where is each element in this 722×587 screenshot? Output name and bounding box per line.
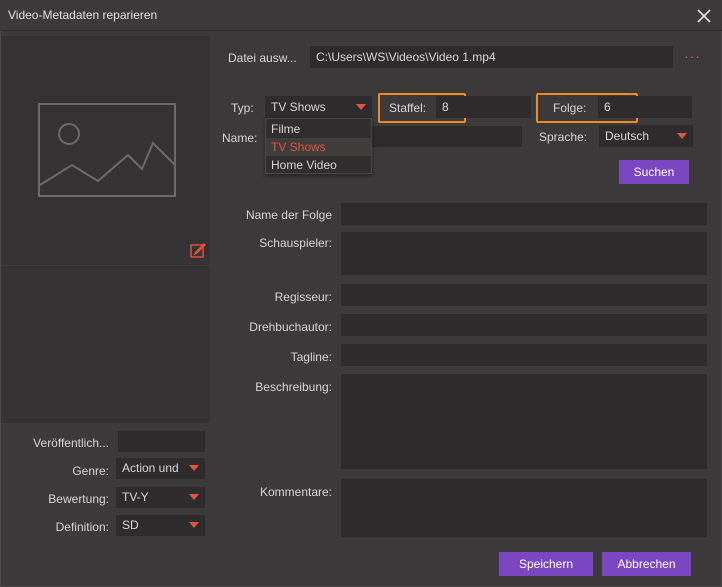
metadata-panel: [1, 266, 210, 423]
sprache-label: Sprache:: [539, 130, 588, 144]
description-label: Beschreibung:: [255, 380, 332, 394]
director-input[interactable]: [341, 284, 707, 306]
director-label: Regisseur:: [274, 290, 332, 304]
close-icon[interactable]: [694, 6, 714, 26]
writer-input[interactable]: [341, 314, 707, 336]
definition-label: Definition:: [55, 520, 109, 534]
typ-dropdown[interactable]: TV Shows: [265, 96, 372, 118]
rating-dropdown[interactable]: TV-Y: [116, 487, 205, 508]
file-path-field[interactable]: C:\Users\WS\Videos\Video 1.mp4: [310, 46, 673, 68]
image-placeholder-icon: [38, 103, 176, 197]
typ-option-home-video[interactable]: Home Video: [266, 156, 371, 174]
genre-dropdown[interactable]: Action und: [116, 458, 205, 479]
chevron-down-icon: [189, 522, 199, 528]
definition-dropdown[interactable]: SD: [116, 515, 205, 536]
cancel-button[interactable]: Abbrechen: [602, 552, 691, 576]
comments-textarea[interactable]: [341, 479, 707, 537]
search-button[interactable]: Suchen: [619, 160, 689, 184]
episode-name-input[interactable]: [341, 203, 707, 225]
definition-value: SD: [122, 518, 139, 532]
browse-file-button[interactable]: ···: [684, 48, 701, 64]
typ-dropdown-menu: Filme TV Shows Home Video: [265, 118, 372, 174]
folge-input[interactable]: 6: [598, 96, 692, 118]
tagline-label: Tagline:: [290, 350, 332, 364]
chevron-down-icon: [356, 104, 366, 110]
chevron-down-icon: [189, 465, 199, 471]
episode-name-label: Name der Folge: [245, 208, 332, 222]
typ-option-tv-shows[interactable]: TV Shows: [266, 138, 371, 156]
typ-option-filme[interactable]: Filme: [266, 120, 371, 138]
file-label: Datei ausw...: [228, 51, 297, 65]
writer-label: Drehbuchautor:: [249, 320, 332, 334]
actors-label: Schauspieler:: [259, 236, 332, 250]
genre-label: Genre:: [72, 464, 109, 478]
staffel-input[interactable]: 8: [436, 96, 531, 118]
staffel-label: Staffel:: [389, 101, 427, 115]
save-button[interactable]: Speichern: [499, 552, 593, 576]
typ-label: Typ:: [231, 101, 254, 115]
name-label: Name:: [222, 131, 258, 145]
release-input[interactable]: [118, 431, 205, 452]
chevron-down-icon: [677, 133, 687, 139]
release-label: Veröffentlich...: [33, 436, 109, 450]
sprache-dropdown[interactable]: Deutsch: [599, 125, 693, 147]
window-title: Video-Metadaten reparieren: [8, 8, 158, 22]
tagline-input[interactable]: [341, 344, 707, 366]
description-textarea[interactable]: [341, 374, 707, 469]
sprache-value: Deutsch: [605, 129, 650, 143]
name-input[interactable]: [372, 126, 522, 147]
folge-label: Folge:: [553, 101, 587, 115]
genre-value: Action und: [122, 461, 179, 475]
comments-label: Kommentare:: [259, 485, 332, 499]
cover-panel: [1, 36, 210, 265]
actors-textarea[interactable]: [341, 232, 707, 275]
chevron-down-icon: [189, 494, 199, 500]
rating-value: TV-Y: [122, 490, 149, 504]
typ-value: TV Shows: [271, 100, 326, 114]
rating-label: Bewertung:: [48, 492, 109, 506]
